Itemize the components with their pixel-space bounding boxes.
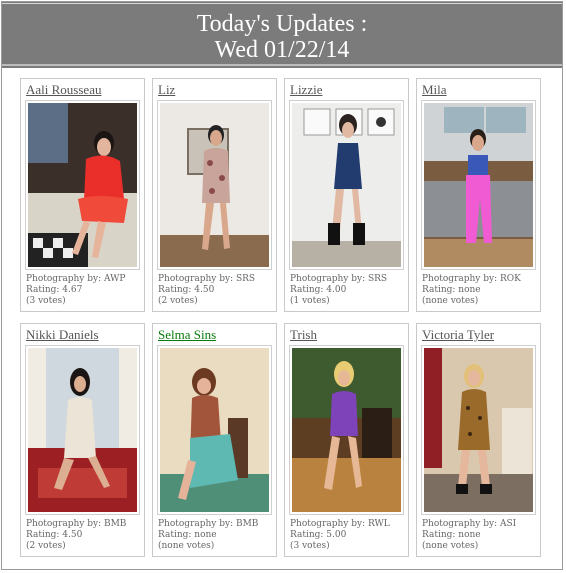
photography-credit: Photography by: SRS [158,274,256,284]
model-name-link[interactable]: Victoria Tyler [422,327,494,343]
model-photo-thumb[interactable] [421,345,536,515]
model-card: Lizzie Photography by: SRS Rating: 4.00 [284,78,409,312]
rating-text: Rating: 4.00 [290,285,347,295]
photography-credit: Photography by: BMB [158,519,259,529]
model-photo [292,103,401,267]
model-photo-thumb[interactable] [157,100,272,270]
model-photo [160,348,269,512]
header-bar: Today's Updates : Wed 01/22/14 [2,2,562,68]
title-line-1: Today's Updates : [196,11,368,37]
rating-text: Rating: 5.00 [290,530,347,540]
model-photo [28,103,137,267]
photography-credit: Photography by: ROK [422,274,521,284]
rating-text: Rating: none [422,285,481,295]
votes-text: (3 votes) [26,296,66,306]
title-line-2: Wed 01/22/14 [214,37,350,63]
photo-meta: Photography by: RWL Rating: 5.00 (3 vote… [290,519,390,552]
photo-meta: Photography by: SRS Rating: 4.00 (1 vote… [290,274,387,307]
model-name-link[interactable]: Lizzie [290,82,322,98]
photography-credit: Photography by: BMB [26,519,127,529]
model-photo-thumb[interactable] [289,345,404,515]
rating-text: Rating: none [422,530,481,540]
photography-credit: Photography by: RWL [290,519,390,529]
photo-meta: Photography by: SRS Rating: 4.50 (2 vote… [158,274,255,307]
photo-meta: Photography by: BMB Rating: none (none v… [158,519,258,552]
model-name-link[interactable]: Selma Sins [158,327,216,343]
model-card: Mila Photography by: ROK Rating: none (n… [416,78,541,312]
rating-text: Rating: 4.67 [26,285,83,295]
model-name-link[interactable]: Mila [422,82,447,98]
votes-text: (2 votes) [26,541,66,551]
model-photo-thumb[interactable] [421,100,536,270]
model-card: Victoria Tyler Photography by: ASI Ratin… [416,323,541,557]
model-photo [424,348,533,512]
model-photo [424,103,533,267]
votes-text: (2 votes) [158,296,198,306]
model-name-link[interactable]: Trish [290,327,317,343]
photo-meta: Photography by: ASI Rating: none (none v… [422,519,516,552]
model-photo-thumb[interactable] [25,100,140,270]
model-card: Liz Photography by: SRS Rating: 4.50 (2 … [152,78,277,312]
model-photo [28,348,137,512]
votes-text: (none votes) [422,296,479,306]
votes-text: (1 votes) [290,296,330,306]
photography-credit: Photography by: AWP [26,274,126,284]
model-name-link[interactable]: Liz [158,82,175,98]
model-card: Aali Rousseau Photography by: AWP Rating… [20,78,145,312]
votes-text: (none votes) [158,541,215,551]
model-name-link[interactable]: Nikki Daniels [26,327,99,343]
rating-text: Rating: none [158,530,217,540]
page-title: Today's Updates : Wed 01/22/14 [2,11,562,63]
model-photo-thumb[interactable] [157,345,272,515]
model-photo [292,348,401,512]
updates-grid: Aali Rousseau Photography by: AWP Rating… [6,68,557,564]
rating-text: Rating: 4.50 [158,285,215,295]
photography-credit: Photography by: SRS [290,274,388,284]
model-card: Selma Sins Photography by: BMB Rating: n… [152,323,277,557]
photo-meta: Photography by: BMB Rating: 4.50 (2 vote… [26,519,126,552]
photo-meta: Photography by: AWP Rating: 4.67 (3 vote… [26,274,125,307]
header-divider-bottom [2,64,562,66]
model-photo-thumb[interactable] [289,100,404,270]
model-name-link[interactable]: Aali Rousseau [26,82,101,98]
model-card: Nikki Daniels Photography by: BMB Rating… [20,323,145,557]
votes-text: (3 votes) [290,541,330,551]
model-card: Trish Photography by: RWL Rating: 5.00 (… [284,323,409,557]
rating-text: Rating: 4.50 [26,530,83,540]
header-divider-top [2,3,562,4]
votes-text: (none votes) [422,541,479,551]
model-photo [160,103,269,267]
model-photo-thumb[interactable] [25,345,140,515]
photography-credit: Photography by: ASI [422,519,517,529]
photo-meta: Photography by: ROK Rating: none (none v… [422,274,521,307]
